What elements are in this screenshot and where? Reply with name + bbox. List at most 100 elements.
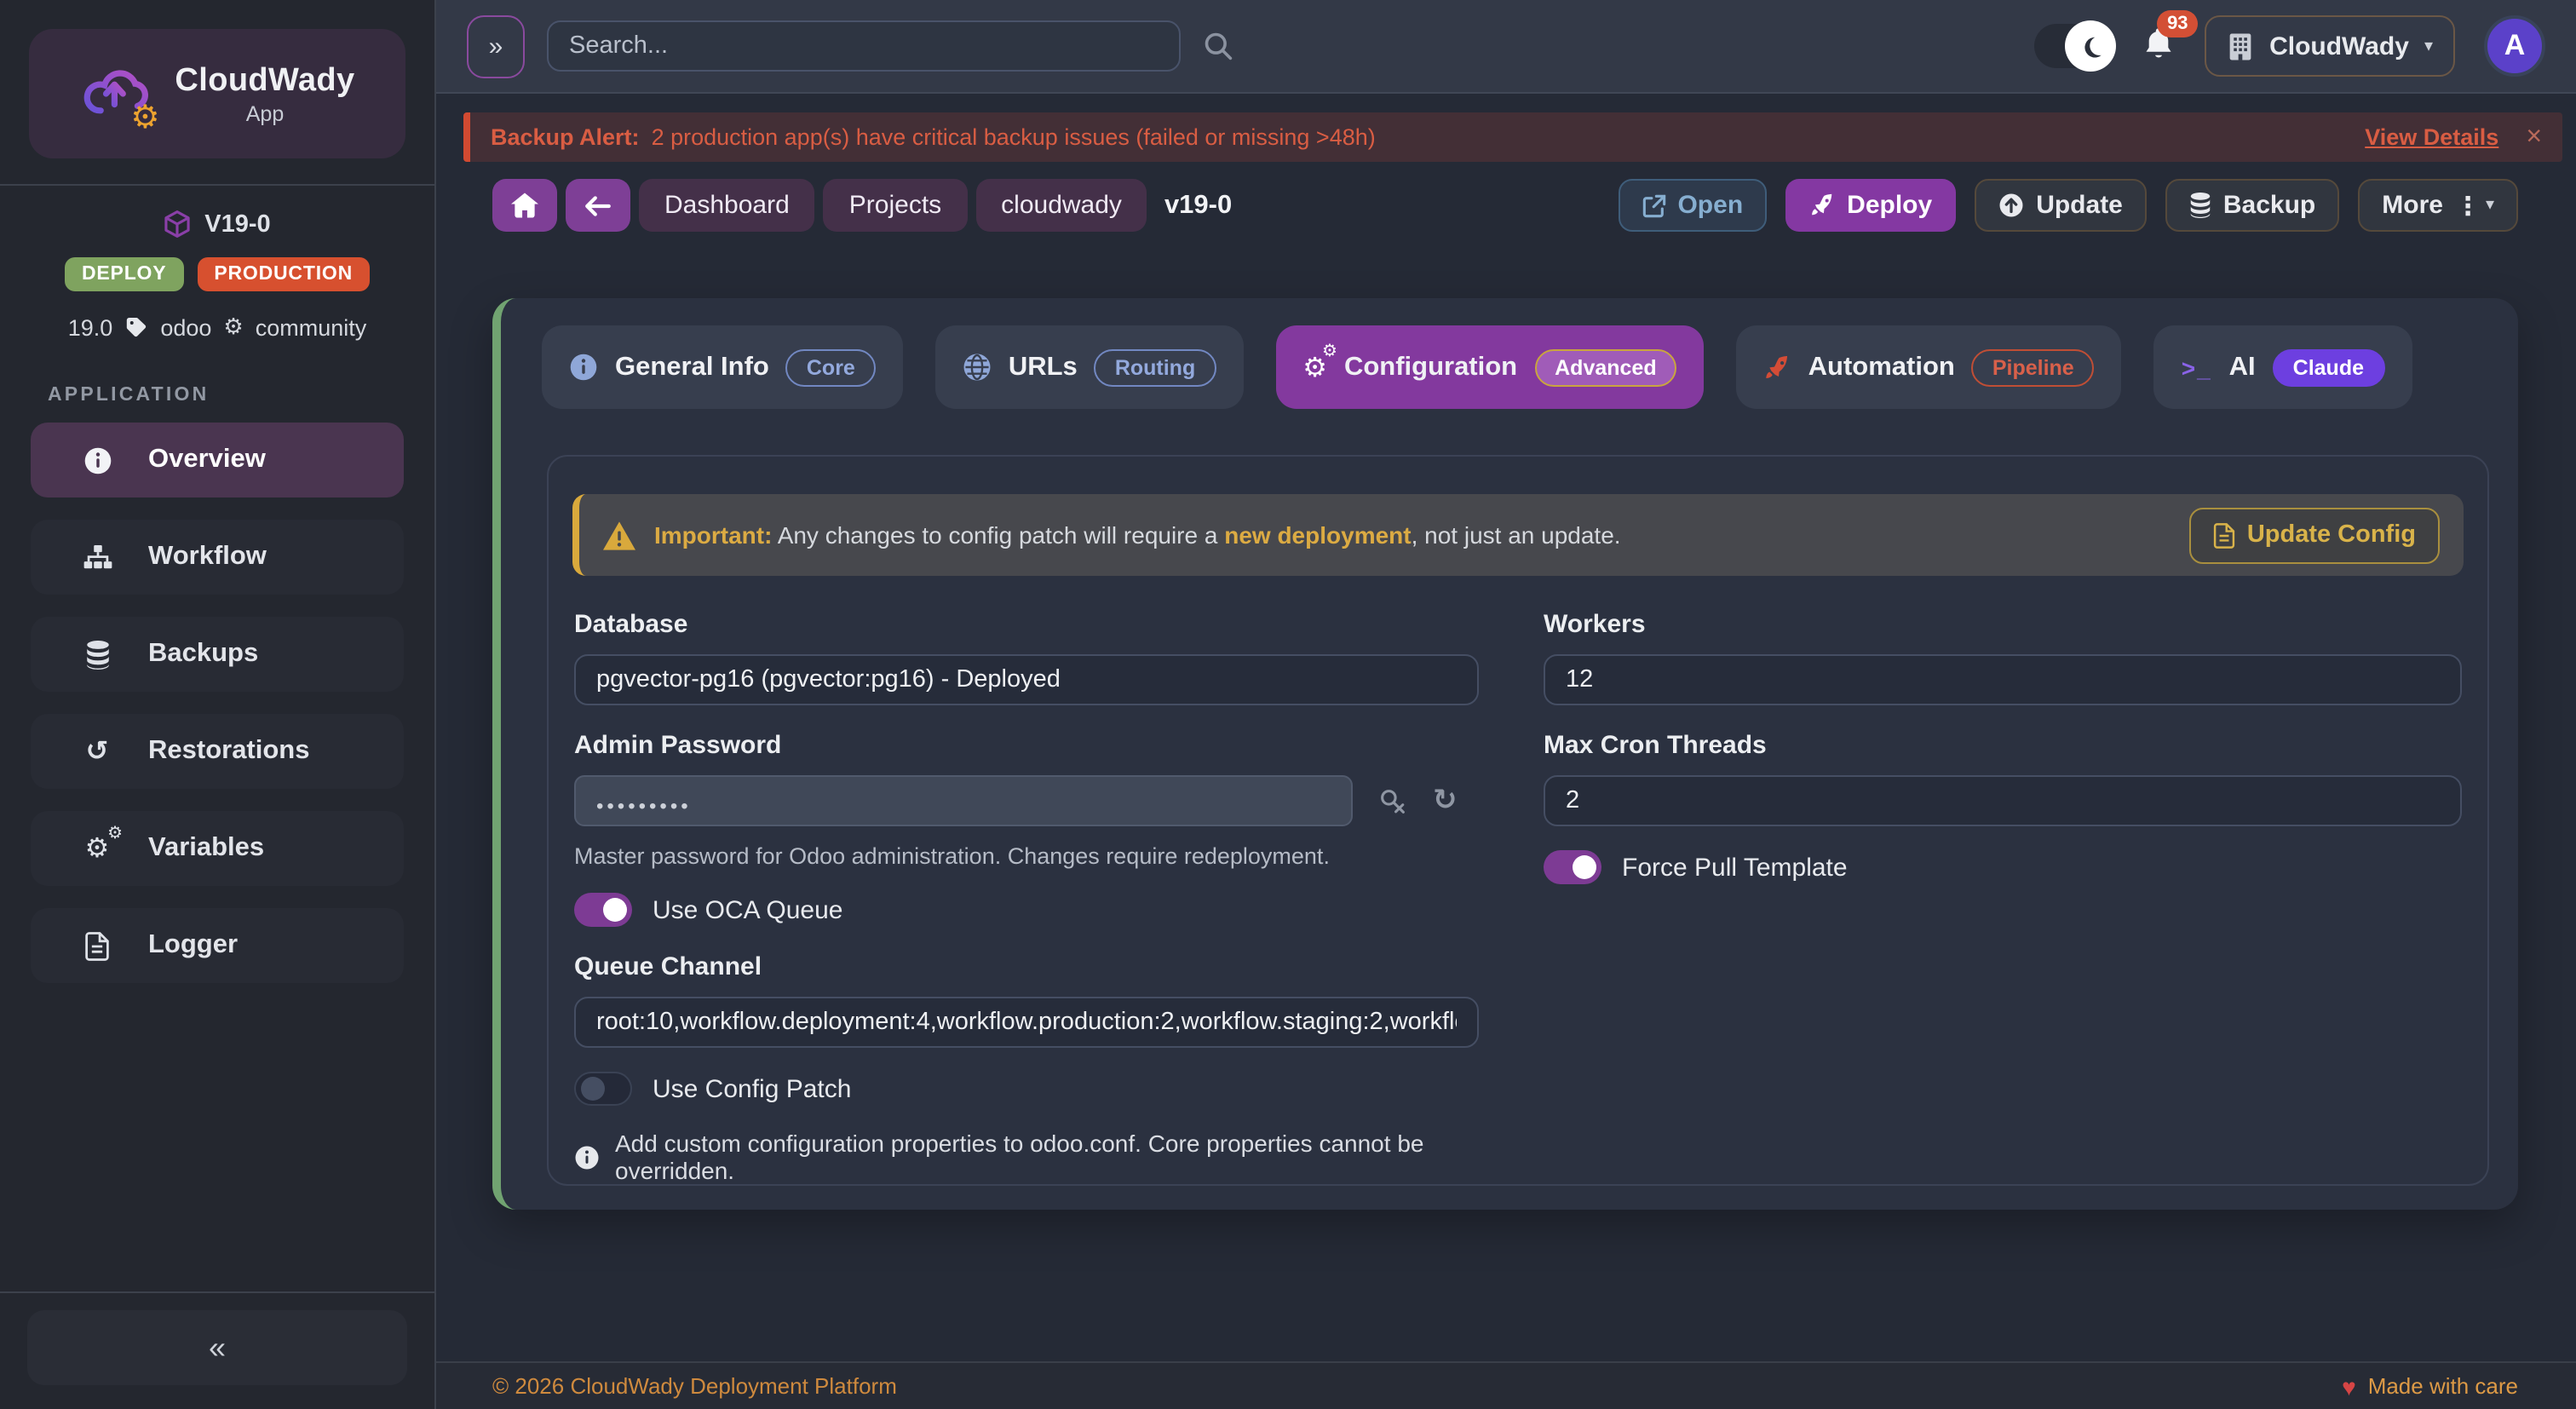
tab-badge: Routing bbox=[1095, 348, 1216, 386]
database-icon bbox=[2189, 193, 2211, 218]
version-block: V19-0 DEPLOY PRODUCTION 19.0 odoo ⚙ comm… bbox=[0, 186, 434, 341]
tab-badge: Pipeline bbox=[1972, 348, 2095, 386]
sidebar-item-backups[interactable]: Backups bbox=[31, 617, 404, 692]
regenerate-icon[interactable]: ↻ bbox=[1433, 784, 1458, 818]
sidebar-item-restorations[interactable]: ↺ Restorations bbox=[31, 714, 404, 789]
stack-label: odoo bbox=[160, 314, 211, 340]
workers-field[interactable] bbox=[1544, 654, 2462, 705]
config-patch-note-row: Add custom configuration properties to o… bbox=[574, 1130, 1479, 1184]
sidebar-header: ⚙ CloudWady App bbox=[0, 0, 434, 186]
rocket-icon bbox=[1809, 193, 1835, 218]
sidebar-item-label: Restorations bbox=[148, 736, 310, 767]
app-logo[interactable]: ⚙ CloudWady App bbox=[29, 29, 405, 158]
moon-icon bbox=[2065, 20, 2116, 72]
force-pull-template-row: Force Pull Template bbox=[1544, 850, 2462, 884]
max-cron-threads-field[interactable] bbox=[1544, 775, 2462, 826]
breadcrumb-dashboard[interactable]: Dashboard bbox=[639, 179, 815, 232]
tab-badge: Core bbox=[786, 348, 876, 386]
sidebar-section-label: APPLICATION bbox=[48, 385, 434, 405]
warning-triangle-icon bbox=[603, 520, 635, 549]
tab-ai[interactable]: >_ AI Claude bbox=[2154, 325, 2412, 409]
footer: © 2026 CloudWady Deployment Platform ♥ M… bbox=[436, 1361, 2576, 1409]
sidebar-nav: Overview Workflow Backups ↺ Restorations bbox=[0, 423, 434, 983]
sidebar-collapse-button[interactable]: « bbox=[27, 1310, 407, 1385]
tab-badge: Advanced bbox=[1534, 348, 1677, 386]
notifications-button[interactable]: 93 bbox=[2142, 25, 2176, 67]
globe-icon bbox=[963, 353, 992, 382]
use-config-patch-toggle[interactable] bbox=[574, 1072, 632, 1106]
sidebar-item-logger[interactable]: Logger bbox=[31, 908, 404, 983]
production-badge: PRODUCTION bbox=[197, 257, 370, 291]
deploy-button[interactable]: Deploy bbox=[1785, 179, 1956, 232]
home-button[interactable] bbox=[492, 179, 557, 232]
sidebar-item-label: Workflow bbox=[148, 542, 267, 572]
tab-configuration[interactable]: ⚙ ⚙ Configuration Advanced bbox=[1275, 325, 1704, 409]
dark-mode-toggle[interactable] bbox=[2034, 24, 2113, 68]
breadcrumb-projects[interactable]: Projects bbox=[824, 179, 967, 232]
version-tag: V19-0 bbox=[204, 210, 270, 238]
breadcrumb-current: v19-0 bbox=[1164, 190, 1232, 221]
file-lines-icon bbox=[2213, 522, 2235, 548]
backup-button[interactable]: Backup bbox=[2165, 179, 2339, 232]
file-lines-icon bbox=[82, 931, 112, 960]
alert-title: Backup Alert: bbox=[491, 124, 640, 150]
sidebar-item-overview[interactable]: Overview bbox=[31, 423, 404, 497]
open-button[interactable]: Open bbox=[1618, 179, 1767, 232]
sidebar-item-label: Backups bbox=[148, 639, 258, 670]
queue-channel-label: Queue Channel bbox=[574, 952, 1479, 981]
tab-badge: Claude bbox=[2273, 348, 2384, 386]
gears-icon: ⚙ ⚙ bbox=[1302, 350, 1327, 384]
chevrons-left-icon: « bbox=[209, 1330, 226, 1366]
sidebar-item-variables[interactable]: ⚙ ⚙ Variables bbox=[31, 811, 404, 886]
breadcrumb-cloudwady[interactable]: cloudwady bbox=[975, 179, 1147, 232]
tab-urls[interactable]: URLs Routing bbox=[935, 325, 1243, 409]
tagline-text: Made with care bbox=[2368, 1373, 2518, 1399]
force-pull-template-toggle[interactable] bbox=[1544, 850, 1601, 884]
app-subtitle: App bbox=[175, 101, 354, 125]
view-details-link[interactable]: View Details bbox=[2365, 124, 2498, 150]
form-left-column: Database Admin Password ↻ Master passwor… bbox=[574, 610, 1479, 1184]
cube-icon bbox=[164, 210, 191, 239]
search-icon[interactable] bbox=[1203, 31, 1233, 61]
queue-channel-field[interactable] bbox=[574, 997, 1479, 1048]
caret-down-icon: ▾ bbox=[2486, 196, 2494, 215]
home-icon bbox=[511, 193, 538, 218]
sidebar-expand-button[interactable]: » bbox=[467, 14, 525, 78]
use-oca-queue-label: Use OCA Queue bbox=[653, 895, 842, 924]
terminal-icon: >_ bbox=[2182, 354, 2212, 381]
sitemap-icon bbox=[82, 544, 112, 570]
database-field[interactable] bbox=[574, 654, 1479, 705]
sidebar-item-label: Overview bbox=[148, 445, 266, 475]
configuration-form: Database Admin Password ↻ Master passwor… bbox=[572, 610, 2464, 1184]
use-oca-queue-toggle[interactable] bbox=[574, 893, 632, 927]
tab-automation[interactable]: Automation Pipeline bbox=[1737, 325, 2122, 409]
sidebar-item-label: Variables bbox=[148, 833, 264, 864]
close-icon[interactable]: × bbox=[2526, 122, 2542, 152]
tab-general-info[interactable]: General Info Core bbox=[542, 325, 903, 409]
admin-password-field[interactable] bbox=[574, 775, 1353, 826]
sidebar-item-workflow[interactable]: Workflow bbox=[31, 520, 404, 595]
admin-password-label: Admin Password bbox=[574, 731, 1479, 760]
use-config-patch-row: Use Config Patch bbox=[574, 1072, 1479, 1106]
user-avatar[interactable]: A bbox=[2484, 15, 2545, 77]
app-detail-card: General Info Core URLs Routing ⚙ ⚙ Confi… bbox=[492, 298, 2518, 1210]
gears-icon: ⚙ ⚙ bbox=[82, 831, 112, 866]
info-circle-icon bbox=[82, 446, 112, 474]
cloud-gear-logo-icon: ⚙ bbox=[79, 63, 154, 124]
caret-down-icon: ▾ bbox=[2424, 37, 2433, 55]
key-icon[interactable] bbox=[1378, 786, 1407, 815]
warning-title: Important: bbox=[654, 521, 772, 549]
kebab-icon: ⋮ bbox=[2455, 190, 2481, 221]
use-oca-queue-row: Use OCA Queue bbox=[574, 893, 1479, 927]
back-button[interactable] bbox=[566, 179, 630, 232]
update-button[interactable]: Update bbox=[1975, 179, 2147, 232]
database-icon bbox=[82, 640, 112, 669]
org-dropdown[interactable]: CloudWady ▾ bbox=[2205, 15, 2455, 77]
version-number: 19.0 bbox=[68, 314, 113, 340]
max-cron-threads-label: Max Cron Threads bbox=[1544, 731, 2462, 760]
more-button[interactable]: More ⋮ ▾ bbox=[2358, 179, 2518, 232]
update-config-button[interactable]: Update Config bbox=[2189, 507, 2440, 563]
app-name: CloudWady bbox=[175, 62, 354, 100]
search-input[interactable] bbox=[547, 20, 1181, 72]
rocket-icon bbox=[1764, 354, 1791, 381]
